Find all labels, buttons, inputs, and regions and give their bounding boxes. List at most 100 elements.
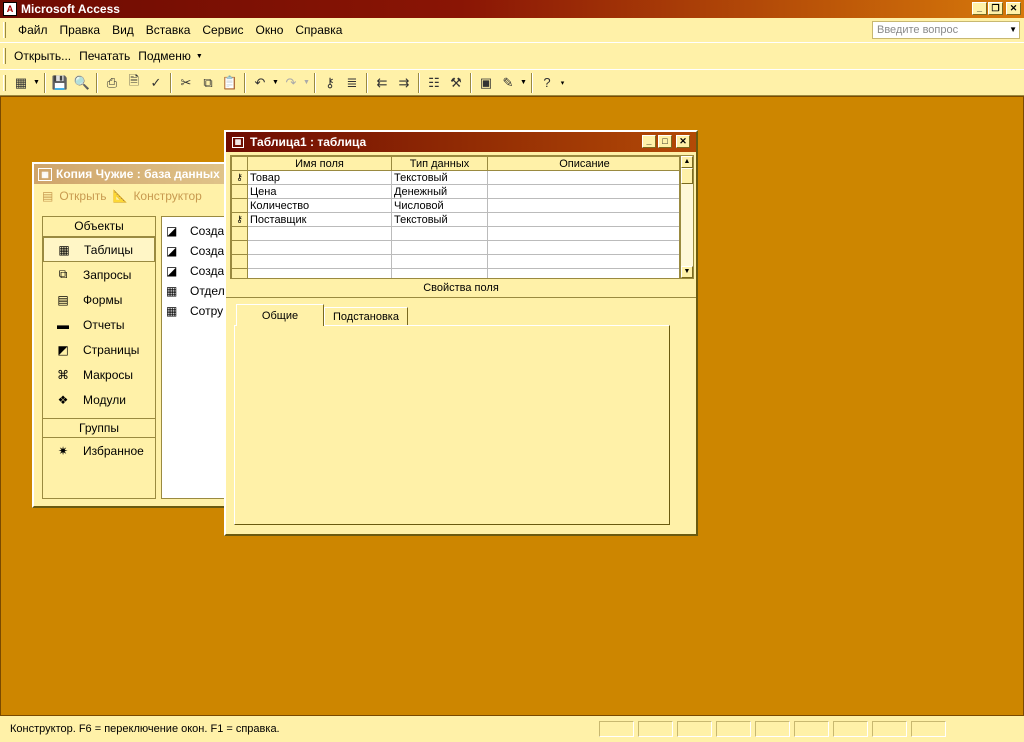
row-selector[interactable] bbox=[231, 198, 248, 213]
row-selector[interactable] bbox=[231, 184, 248, 199]
field-name-cell[interactable] bbox=[247, 226, 392, 241]
restore-button[interactable]: ❐ bbox=[988, 2, 1003, 15]
help-icon[interactable]: ? bbox=[536, 72, 558, 94]
scroll-up-icon[interactable]: ▲ bbox=[681, 156, 693, 168]
object-pages[interactable]: ◩ Страницы bbox=[43, 337, 155, 362]
cut-icon[interactable]: ✂ bbox=[175, 72, 197, 94]
view-icon[interactable]: ▦ bbox=[10, 72, 32, 94]
toolbar-grip[interactable] bbox=[3, 74, 6, 91]
menu-window[interactable]: Окно bbox=[249, 23, 289, 37]
menu-tools[interactable]: Сервис bbox=[196, 23, 249, 37]
table-window-title-bar[interactable]: ▦ Таблица1 : таблица _ □ ✕ bbox=[226, 132, 696, 152]
data-type-cell[interactable] bbox=[391, 226, 488, 241]
toolbar-grip[interactable] bbox=[3, 48, 6, 64]
object-tables[interactable]: ▦ Таблицы bbox=[43, 237, 155, 262]
description-cell[interactable] bbox=[487, 198, 679, 213]
object-modules[interactable]: ❖ Модули bbox=[43, 387, 155, 412]
menubar-grip[interactable] bbox=[3, 22, 6, 38]
database-window-icon[interactable]: ▣ bbox=[475, 72, 497, 94]
object-queries[interactable]: ⧉ Запросы bbox=[43, 262, 155, 287]
data-type-cell[interactable]: Текстовый bbox=[391, 212, 488, 227]
chevron-down-icon[interactable]: ▼ bbox=[302, 79, 311, 86]
description-cell[interactable] bbox=[487, 254, 679, 269]
scroll-thumb[interactable] bbox=[681, 168, 693, 184]
menu-view[interactable]: Вид bbox=[106, 23, 140, 37]
list-item[interactable]: ▦ Сотру bbox=[162, 301, 230, 321]
chevron-down-icon[interactable]: ▼ bbox=[32, 79, 41, 86]
new-object-icon[interactable]: ✎ bbox=[497, 72, 519, 94]
row-selector[interactable] bbox=[231, 226, 248, 241]
open-button[interactable]: Открыть... bbox=[10, 49, 75, 63]
row-selector[interactable] bbox=[231, 254, 248, 269]
close-button[interactable]: ✕ bbox=[676, 135, 690, 148]
data-type-cell[interactable] bbox=[391, 240, 488, 255]
menu-file[interactable]: Файл bbox=[12, 23, 54, 37]
row-selector[interactable] bbox=[231, 268, 248, 278]
description-cell[interactable] bbox=[487, 268, 679, 278]
print-preview-icon[interactable]: 🗎 bbox=[123, 72, 145, 94]
search-icon[interactable]: 🔍 bbox=[71, 72, 93, 94]
column-header-description[interactable]: Описание bbox=[487, 156, 679, 171]
object-forms[interactable]: ▤ Формы bbox=[43, 287, 155, 312]
description-cell[interactable] bbox=[487, 184, 679, 199]
list-item[interactable]: ◪ Созда bbox=[162, 241, 230, 261]
design-icon[interactable]: 📐 bbox=[112, 189, 127, 203]
primary-key-icon[interactable]: ⚷ bbox=[231, 170, 248, 185]
chevron-down-icon[interactable]: ▼ bbox=[195, 53, 204, 60]
field-name-cell[interactable]: Цена bbox=[247, 184, 392, 199]
menu-help[interactable]: Справка bbox=[289, 23, 348, 37]
data-type-cell[interactable]: Текстовый bbox=[391, 170, 488, 185]
field-name-cell[interactable] bbox=[247, 254, 392, 269]
list-item[interactable]: ◪ Созда bbox=[162, 221, 230, 241]
menu-insert[interactable]: Вставка bbox=[140, 23, 197, 37]
data-type-cell[interactable]: Числовой bbox=[391, 198, 488, 213]
description-cell[interactable] bbox=[487, 212, 679, 227]
field-name-cell[interactable] bbox=[247, 240, 392, 255]
column-header-field-name[interactable]: Имя поля bbox=[247, 156, 392, 171]
maximize-button[interactable]: □ bbox=[658, 135, 672, 148]
tab-general[interactable]: Общие bbox=[236, 304, 324, 326]
insert-rows-icon[interactable]: ⇇ bbox=[371, 72, 393, 94]
minimize-button[interactable]: _ bbox=[642, 135, 656, 148]
primary-key-icon[interactable]: ⚷ bbox=[319, 72, 341, 94]
menu-edit[interactable]: Правка bbox=[54, 23, 107, 37]
description-cell[interactable] bbox=[487, 226, 679, 241]
field-name-cell[interactable]: Количество bbox=[247, 198, 392, 213]
copy-icon[interactable]: ⧉ bbox=[197, 72, 219, 94]
submenu-button[interactable]: Подменю bbox=[134, 49, 195, 63]
open-object-icon[interactable]: ▤ bbox=[42, 189, 53, 203]
object-reports[interactable]: ▬ Отчеты bbox=[43, 312, 155, 337]
chevron-down-icon[interactable]: ▼ bbox=[519, 79, 528, 86]
ask-question-input[interactable]: Введите вопрос ▼ bbox=[872, 21, 1020, 39]
group-favorites[interactable]: ✷ Избранное bbox=[43, 438, 155, 463]
indexes-icon[interactable]: ≣ bbox=[341, 72, 363, 94]
build-icon[interactable]: ⚒ bbox=[445, 72, 467, 94]
redo-icon[interactable]: ↷ bbox=[280, 72, 302, 94]
objects-header[interactable]: Объекты bbox=[43, 217, 155, 237]
groups-header[interactable]: Группы bbox=[43, 418, 155, 438]
chevron-down-icon[interactable]: ▼ bbox=[1009, 22, 1017, 38]
scroll-down-icon[interactable]: ▼ bbox=[681, 266, 693, 278]
chevron-down-icon[interactable]: ▾ bbox=[558, 79, 567, 87]
open-object-button[interactable]: Открыть bbox=[59, 189, 106, 203]
field-name-cell[interactable]: Товар bbox=[247, 170, 392, 185]
undo-icon[interactable]: ↶ bbox=[249, 72, 271, 94]
minimize-button[interactable]: _ bbox=[972, 2, 987, 15]
print-button[interactable]: Печатать bbox=[75, 49, 134, 63]
spelling-icon[interactable]: ✓ bbox=[145, 72, 167, 94]
object-macros[interactable]: ⌘ Макросы bbox=[43, 362, 155, 387]
chevron-down-icon[interactable]: ▼ bbox=[271, 79, 280, 86]
field-name-cell[interactable] bbox=[247, 268, 392, 278]
field-name-cell[interactable]: Поставщик bbox=[247, 212, 392, 227]
design-button[interactable]: Конструктор bbox=[133, 189, 201, 203]
primary-key-icon[interactable]: ⚷ bbox=[231, 212, 248, 227]
column-header-data-type[interactable]: Тип данных bbox=[391, 156, 488, 171]
description-cell[interactable] bbox=[487, 240, 679, 255]
database-window-title-bar[interactable]: ▦ Копия Чужие : база данных bbox=[34, 164, 230, 184]
list-item[interactable]: ◪ Созда bbox=[162, 261, 230, 281]
save-icon[interactable]: 💾 bbox=[49, 72, 71, 94]
grid-scrollbar[interactable]: ▲ ▼ bbox=[680, 155, 694, 279]
print-icon[interactable]: ⎙ bbox=[101, 72, 123, 94]
description-cell[interactable] bbox=[487, 170, 679, 185]
row-selector[interactable] bbox=[231, 240, 248, 255]
